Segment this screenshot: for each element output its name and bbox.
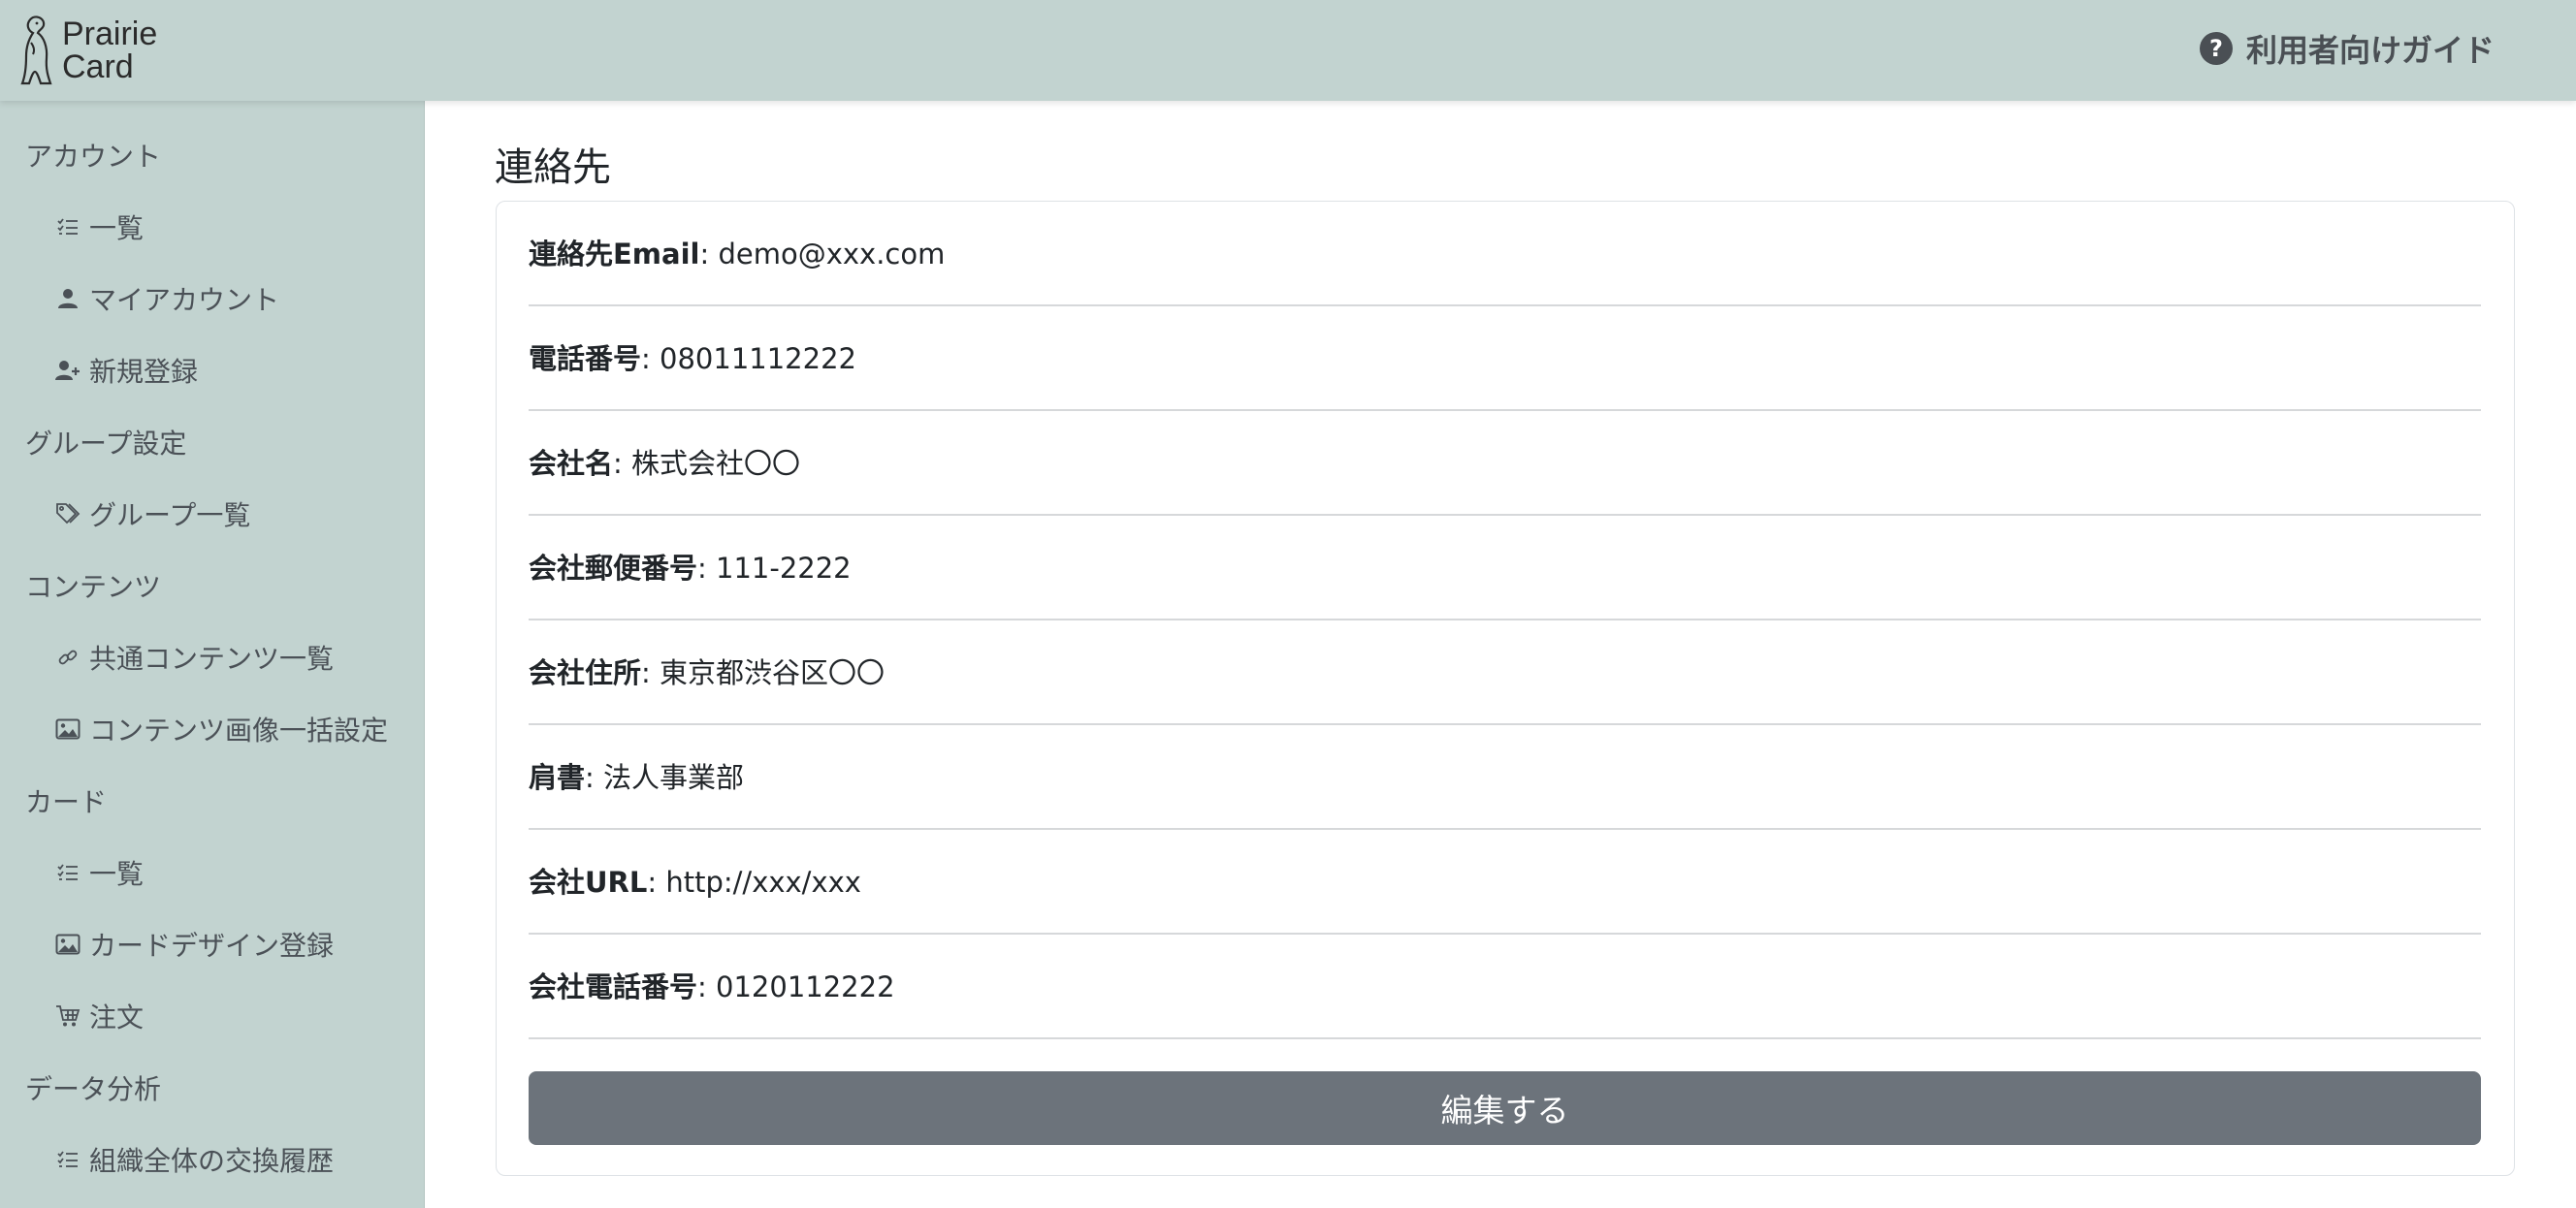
field-value: 111-2222: [716, 552, 852, 585]
sidebar: アカウント 一覧 マイアカウント 新規登録 グループ設定 グループ一覧 コンテン…: [0, 101, 425, 1208]
contact-card: 連絡先Email: demo@xxx.com 電話番号: 08011112222…: [496, 201, 2515, 1176]
field-label: 連絡先Email: [529, 238, 700, 270]
sidebar-item-content-image-bulk[interactable]: コンテンツ画像一括設定: [0, 702, 425, 756]
field-value: 0120112222: [716, 970, 895, 1003]
sidebar-item-label: グループ一覧: [89, 499, 251, 531]
user-guide-link[interactable]: ? 利用者向けガイド: [2199, 27, 2495, 70]
cart-icon: [54, 1002, 81, 1030]
sidebar-item-card-list[interactable]: 一覧: [0, 845, 425, 900]
prairie-dog-icon: [20, 16, 52, 85]
tags-icon: [54, 500, 81, 527]
brand-name: Prairie Card: [62, 17, 157, 83]
link-icon: [54, 644, 81, 671]
top-bar: Prairie Card ? 利用者向けガイド: [0, 0, 2576, 101]
user-guide-label: 利用者向けガイド: [2245, 32, 2495, 69]
sidebar-heading-card: カード: [25, 786, 108, 818]
sidebar-heading-data-analysis: データ分析: [25, 1073, 162, 1105]
sidebar-heading-contents: コンテンツ: [25, 571, 162, 603]
field-company-phone: 会社電話番号: 0120112222: [529, 935, 2481, 1039]
sidebar-item-account-list[interactable]: 一覧: [0, 200, 425, 254]
sidebar-item-label: 一覧: [89, 212, 145, 244]
field-label: 電話番号: [529, 342, 642, 375]
sidebar-item-label: マイアカウント: [89, 284, 280, 316]
sidebar-item-card-design[interactable]: カードデザイン登録: [0, 917, 425, 971]
sidebar-item-my-account[interactable]: マイアカウント: [0, 271, 425, 326]
sidebar-heading-group-settings: グループ設定: [25, 428, 187, 460]
field-company-name: 会社名: 株式会社〇〇: [529, 411, 2481, 516]
field-job-title: 肩書: 法人事業部: [529, 725, 2481, 830]
field-value: 東京都渋谷区〇〇: [660, 656, 886, 689]
help-icon: ?: [2199, 32, 2233, 65]
sidebar-item-label: カードデザイン登録: [89, 930, 335, 962]
field-value: 08011112222: [660, 342, 856, 375]
list-icon: [54, 1146, 81, 1173]
field-phone: 電話番号: 08011112222: [529, 306, 2481, 411]
page-title: 連絡先: [495, 145, 611, 190]
field-label: 会社名: [529, 447, 614, 480]
field-label: 会社電話番号: [529, 970, 698, 1003]
field-value: demo@xxx.com: [718, 238, 946, 270]
sidebar-item-label: コンテンツ画像一括設定: [89, 715, 389, 747]
sidebar-item-label: 共通コンテンツ一覧: [89, 643, 335, 675]
brand-line-2: Card: [62, 48, 134, 85]
field-value: http://xxx/xxx: [665, 866, 861, 899]
sidebar-heading-account: アカウント: [25, 141, 162, 173]
field-company-url: 会社URL: http://xxx/xxx: [529, 830, 2481, 935]
sidebar-item-label: 組織全体の交換履歴: [89, 1145, 335, 1177]
person-add-icon: [54, 357, 81, 384]
field-company-postal-code: 会社郵便番号: 111-2222: [529, 516, 2481, 620]
field-value: 株式会社〇〇: [631, 447, 801, 480]
sidebar-item-order[interactable]: 注文: [0, 989, 425, 1043]
list-icon: [54, 859, 81, 886]
field-label: 会社郵便番号: [529, 552, 698, 585]
field-label: 会社URL: [529, 866, 648, 899]
sidebar-item-group-list[interactable]: グループ一覧: [0, 487, 425, 541]
list-icon: [54, 213, 81, 240]
image-icon: [54, 715, 81, 743]
brand-logo[interactable]: Prairie Card: [19, 12, 157, 89]
edit-button[interactable]: 編集する: [529, 1071, 2481, 1145]
sidebar-item-new-registration[interactable]: 新規登録: [0, 343, 425, 397]
field-company-address: 会社住所: 東京都渋谷区〇〇: [529, 620, 2481, 725]
sidebar-item-label: 一覧: [89, 858, 145, 890]
field-label: 肩書: [529, 761, 586, 794]
brand-line-1: Prairie: [62, 16, 158, 52]
sidebar-item-label: 注文: [89, 1001, 145, 1033]
field-contact-email: 連絡先Email: demo@xxx.com: [529, 202, 2481, 306]
sidebar-item-exchange-history[interactable]: 組織全体の交換履歴: [0, 1132, 425, 1187]
person-icon: [54, 285, 81, 312]
image-icon: [54, 931, 81, 958]
field-value: 法人事業部: [603, 761, 745, 794]
sidebar-item-label: 新規登録: [89, 356, 199, 388]
field-label: 会社住所: [529, 656, 642, 689]
sidebar-item-common-contents[interactable]: 共通コンテンツ一覧: [0, 630, 425, 684]
